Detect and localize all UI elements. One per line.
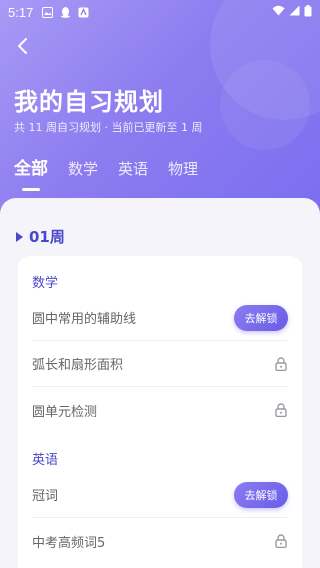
item-label: 中考高频词5 (32, 535, 106, 551)
lock-icon (274, 403, 288, 417)
list-item[interactable]: 圆单元检测 (32, 387, 288, 433)
play-triangle-icon (16, 231, 23, 242)
unlock-button[interactable]: 去解锁 (234, 481, 288, 508)
page-title: 我的自习规划 (14, 88, 164, 116)
list-item[interactable]: 圆中常用的辅助线 去解锁 (32, 295, 288, 341)
category-tabs: 全部 数学 英语 物理 (14, 154, 198, 179)
header: 5:17 我的自习规划 共 11 周自习规划 · 当前已更新至 1 周 全部 数… (0, 0, 320, 230)
lock-icon (274, 356, 288, 371)
unlock-button[interactable]: 去解锁 (234, 304, 288, 331)
section-title-english: 英语 (32, 453, 59, 468)
page-subtitle: 共 11 周自习规划 · 当前已更新至 1 周 (14, 121, 203, 134)
week-header[interactable]: 01周 (16, 226, 65, 247)
lock-icon (274, 534, 288, 548)
chevron-left-icon (18, 38, 27, 54)
gallery-icon (41, 6, 53, 18)
signal-icon (289, 5, 300, 19)
list-item[interactable]: 中考高频词5 (32, 518, 288, 564)
content-panel: 01周 数学 圆中常用的辅助线 去解锁 弧长和扇形面积 圆单元检测 英语 冠词 … (0, 198, 320, 568)
tab-physics[interactable]: 物理 (168, 158, 198, 179)
qq-icon (59, 6, 71, 18)
week-label: 01周 (29, 228, 65, 246)
plan-card: 数学 圆中常用的辅助线 去解锁 弧长和扇形面积 圆单元检测 英语 冠词 去解锁 … (18, 256, 302, 568)
item-label: 圆单元检测 (32, 404, 98, 420)
item-label: 冠词 (32, 489, 59, 504)
item-label: 圆中常用的辅助线 (32, 312, 137, 327)
battery-icon (304, 4, 312, 20)
tab-english[interactable]: 英语 (118, 158, 148, 179)
tab-all[interactable]: 全部 (14, 154, 48, 179)
tab-math[interactable]: 数学 (68, 158, 98, 179)
section-title-math: 数学 (32, 276, 59, 291)
back-button[interactable] (10, 34, 34, 58)
decor-circle (220, 60, 310, 150)
list-item[interactable]: 弧长和扇形面积 (32, 341, 288, 387)
status-bar: 5:17 (0, 0, 320, 24)
app-notification-icon (77, 6, 89, 18)
item-label: 弧长和扇形面积 (32, 358, 124, 373)
list-item[interactable]: 冠词 去解锁 (32, 472, 288, 518)
status-time: 5:17 (8, 4, 34, 20)
wifi-icon (272, 5, 285, 19)
